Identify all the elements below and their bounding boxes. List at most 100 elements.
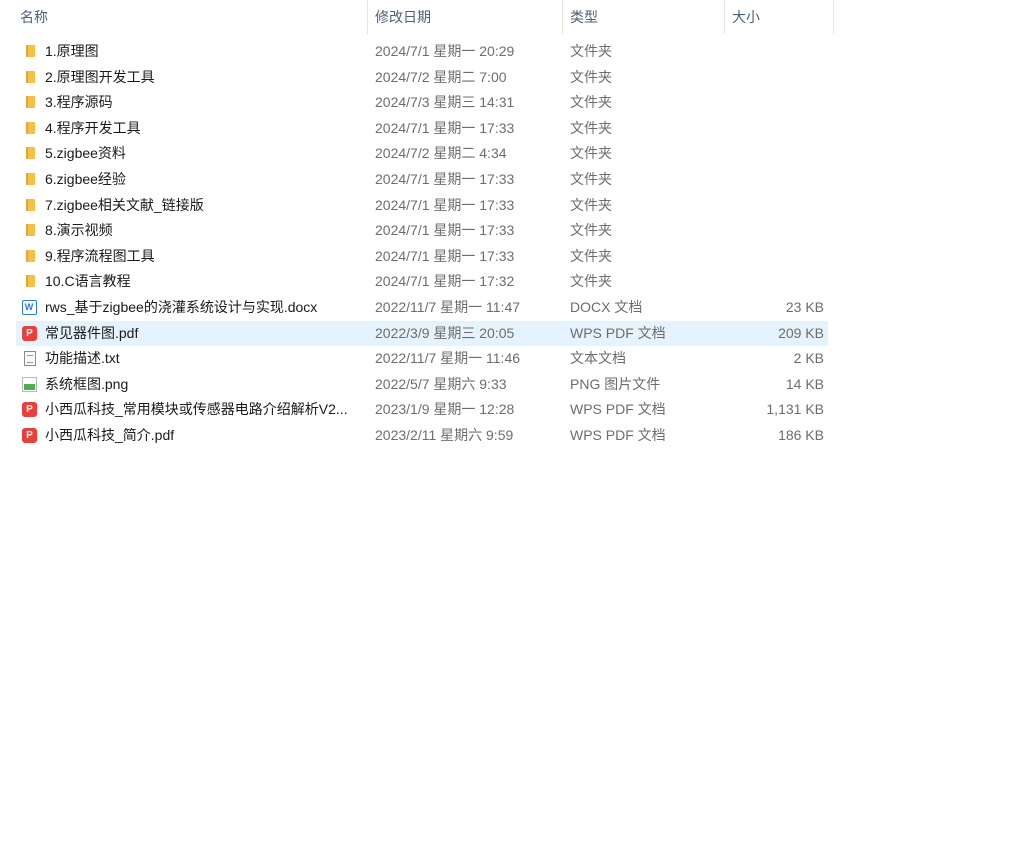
file-name: 常见器件图.pdf (45, 324, 139, 341)
file-row[interactable]: 系统框图.png 2022/5/7 星期六 9:33 PNG 图片文件 14 KB (16, 372, 828, 398)
file-date: 2024/7/3 星期三 14:31 (375, 94, 515, 111)
file-size: 14 KB (785, 375, 824, 392)
file-name: 小西瓜科技_常用模块或传感器电路介绍解析V2... (45, 401, 348, 418)
file-size (729, 90, 824, 116)
file-row[interactable]: 4.程序开发工具 2024/7/1 星期一 17:33 文件夹 (16, 116, 828, 142)
file-name: 1.原理图 (45, 43, 99, 59)
file-name: 9.程序流程图工具 (45, 247, 155, 264)
file-row[interactable]: 小西瓜科技_简介.pdf 2023/2/11 星期六 9:59 WPS PDF 文档… (16, 423, 828, 449)
file-size: 186 KB (778, 427, 824, 443)
file-size (729, 167, 824, 193)
file-size (729, 116, 824, 142)
file-type: WPS PDF 文档 (570, 427, 666, 443)
file-name: 3.程序源码 (45, 94, 113, 111)
folder-icon (26, 275, 35, 288)
file-row[interactable]: 8.演示视频 2024/7/1 星期一 17:33 文件夹 (16, 218, 828, 244)
file-date: 2023/1/9 星期一 12:28 (375, 401, 515, 418)
file-name: 4.程序开发工具 (45, 119, 141, 136)
file-type: 文件夹 (570, 196, 612, 213)
file-date: 2024/7/1 星期一 17:33 (375, 119, 515, 136)
file-date: 2024/7/1 星期一 17:33 (375, 196, 515, 213)
file-row[interactable]: 功能描述.txt 2022/11/7 星期一 11:46 文本文档 2 KB (16, 346, 828, 372)
file-row[interactable]: 9.程序流程图工具 2024/7/1 星期一 17:33 文件夹 (16, 244, 828, 270)
png-icon (22, 376, 37, 392)
file-date: 2022/5/7 星期六 9:33 (375, 375, 507, 392)
file-row[interactable]: 1.原理图 2024/7/1 星期一 20:29 文件夹 (16, 39, 828, 65)
sort-ascending-icon: ^ (183, 0, 197, 6)
file-name: 系统框图.png (45, 375, 129, 392)
pdf-icon (22, 325, 37, 341)
file-name: 7.zigbee相关文献_链接版 (45, 196, 204, 213)
file-row[interactable]: 小西瓜科技_常用模块或传感器电路介绍解析V2... 2023/1/9 星期一 12… (16, 397, 828, 423)
file-date: 2022/11/7 星期一 11:47 (375, 299, 521, 315)
file-row[interactable]: 常见器件图.pdf 2022/3/9 星期三 20:05 WPS PDF 文档 209… (16, 320, 828, 347)
file-date: 2024/7/1 星期一 17:33 (375, 222, 515, 239)
file-type: WPS PDF 文档 (570, 324, 666, 341)
pdf-icon (22, 428, 37, 443)
file-date: 2022/11/7 星期一 11:46 (375, 350, 521, 367)
file-size (729, 218, 824, 244)
file-type: WPS PDF 文档 (570, 401, 666, 418)
folder-icon (26, 45, 35, 57)
file-type: 文件夹 (570, 171, 612, 187)
folder-icon (26, 198, 35, 211)
file-type: 文件夹 (570, 145, 612, 162)
file-size (729, 193, 824, 219)
file-size (729, 269, 824, 295)
file-name: 6.zigbee经验 (45, 171, 126, 187)
file-type: PNG 图片文件 (570, 375, 661, 392)
file-type: DOCX 文档 (570, 299, 643, 315)
file-row[interactable]: rws_基于zigbee的浇灌系统设计与实现.docx 2022/11/7 星期一… (16, 295, 828, 321)
file-date: 2022/3/9 星期三 20:05 (375, 324, 515, 341)
pdf-icon (22, 402, 37, 418)
file-size (729, 141, 824, 167)
column-header-row: 名称 ^ 修改日期 类型 大小 (0, 0, 834, 34)
file-name: 功能描述.txt (45, 350, 120, 367)
file-type: 文件夹 (570, 222, 612, 239)
file-type: 文件夹 (570, 119, 612, 136)
folder-icon (26, 70, 35, 83)
folder-icon (26, 121, 35, 134)
file-type: 文件夹 (570, 68, 612, 85)
folder-icon (26, 173, 35, 185)
folder-icon (26, 147, 35, 160)
file-row[interactable]: 10.C语言教程 2024/7/1 星期一 17:32 文件夹 (16, 269, 828, 295)
file-row[interactable]: 2.原理图开发工具 2024/7/2 星期二 7:00 文件夹 (16, 65, 828, 91)
file-name: rws_基于zigbee的浇灌系统设计与实现.docx (45, 299, 318, 315)
file-type: 文件夹 (570, 94, 612, 111)
file-date: 2024/7/2 星期二 7:00 (375, 68, 507, 85)
txt-icon (24, 351, 36, 367)
file-name: 10.C语言教程 (45, 273, 131, 290)
file-row[interactable]: 3.程序源码 2024/7/3 星期三 14:31 文件夹 (16, 90, 828, 116)
column-header-size[interactable]: 大小 (724, 0, 834, 34)
file-row[interactable]: 5.zigbee资料 2024/7/2 星期二 4:34 文件夹 (16, 141, 828, 167)
file-type: 文件夹 (570, 273, 612, 290)
folder-icon (26, 96, 35, 109)
file-size: 23 KB (785, 299, 824, 315)
file-date: 2024/7/1 星期一 17:33 (375, 171, 515, 187)
file-type: 文件夹 (570, 43, 612, 59)
file-name: 2.原理图开发工具 (45, 68, 155, 85)
file-name: 小西瓜科技_简介.pdf (45, 427, 175, 443)
file-row[interactable]: 7.zigbee相关文献_链接版 2024/7/1 星期一 17:33 文件夹 (16, 193, 828, 219)
folder-icon (26, 224, 35, 237)
file-type: 文本文档 (570, 350, 626, 367)
file-size (729, 244, 824, 270)
file-row[interactable]: 6.zigbee经验 2024/7/1 星期一 17:33 文件夹 (16, 167, 828, 193)
file-date: 2023/2/11 星期六 9:59 (375, 427, 514, 443)
file-size (729, 39, 824, 65)
file-name: 5.zigbee资料 (45, 145, 126, 162)
word-icon (22, 300, 37, 315)
column-header-date[interactable]: 修改日期 (367, 0, 563, 34)
file-date: 2024/7/1 星期一 20:29 (375, 43, 515, 59)
file-date: 2024/7/1 星期一 17:32 (375, 273, 515, 290)
file-type: 文件夹 (570, 247, 612, 264)
file-size: 209 KB (778, 324, 824, 341)
file-name: 8.演示视频 (45, 222, 113, 239)
column-header-type[interactable]: 类型 (562, 0, 725, 34)
file-size (729, 65, 824, 91)
file-size: 1,131 KB (766, 401, 824, 418)
folder-icon (26, 249, 35, 262)
file-date: 2024/7/2 星期二 4:34 (375, 145, 507, 162)
file-size: 2 KB (793, 350, 824, 367)
